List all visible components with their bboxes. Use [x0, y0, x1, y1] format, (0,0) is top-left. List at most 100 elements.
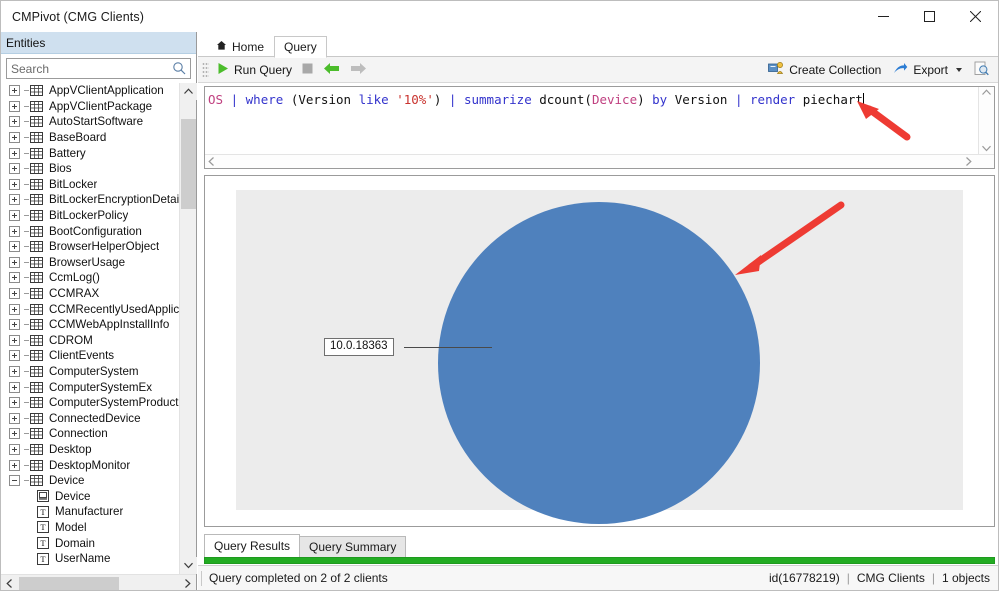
- create-collection-button[interactable]: Create Collection: [763, 59, 886, 81]
- expand-icon[interactable]: [9, 256, 20, 268]
- expand-icon[interactable]: [9, 272, 20, 284]
- expand-icon[interactable]: [9, 397, 20, 409]
- expand-icon[interactable]: [9, 241, 20, 253]
- tree-item-computersystemex[interactable]: ComputerSystemEx: [1, 379, 179, 395]
- editor-vertical-scrollbar[interactable]: [978, 87, 994, 154]
- expand-icon[interactable]: [9, 303, 20, 315]
- tree-item-bios[interactable]: Bios: [1, 161, 179, 177]
- tree-item-battery[interactable]: Battery: [1, 145, 179, 161]
- expand-icon[interactable]: [9, 85, 20, 97]
- tree-attribute-model[interactable]: T Model: [1, 520, 179, 536]
- search-icon[interactable]: [172, 61, 187, 76]
- tree-attribute-device[interactable]: Device: [1, 488, 179, 504]
- tree-connector: [24, 121, 29, 123]
- scroll-up-icon[interactable]: [180, 83, 197, 100]
- maximize-button[interactable]: [906, 1, 952, 32]
- expand-icon[interactable]: [9, 288, 20, 300]
- expand-icon[interactable]: [9, 116, 20, 128]
- expand-icon[interactable]: [9, 100, 20, 112]
- collapse-icon[interactable]: [9, 475, 20, 487]
- expand-icon[interactable]: [9, 194, 20, 206]
- expand-icon[interactable]: [9, 132, 20, 144]
- expand-icon[interactable]: [9, 365, 20, 377]
- scroll-left-icon[interactable]: [1, 575, 18, 591]
- editor-horizontal-scrollbar[interactable]: [205, 154, 994, 168]
- tree-item-computersystemproduct[interactable]: ComputerSystemProduct: [1, 395, 179, 411]
- query-editor[interactable]: OS | where (Version like '10%') | summar…: [204, 86, 995, 169]
- scroll-down-icon[interactable]: [180, 557, 197, 574]
- search-results-button[interactable]: [969, 59, 994, 81]
- editor-scroll-up-icon[interactable]: [982, 89, 991, 96]
- search-input[interactable]: [7, 59, 190, 78]
- tree-item-baseboard[interactable]: BaseBoard: [1, 130, 179, 146]
- tree-item-connecteddevice[interactable]: ConnectedDevice: [1, 410, 179, 426]
- expand-icon[interactable]: [9, 428, 20, 440]
- sidebar-horizontal-scrollbar[interactable]: [1, 574, 196, 591]
- close-button[interactable]: [952, 1, 998, 32]
- tree-item-browserhelperobject[interactable]: BrowserHelperObject: [1, 239, 179, 255]
- editor-scroll-right-icon[interactable]: [965, 157, 972, 166]
- expand-icon[interactable]: [9, 334, 20, 346]
- expand-icon[interactable]: [9, 443, 20, 455]
- pie-chart[interactable]: 10.0.18363: [236, 190, 963, 524]
- tree-item-ccmrecentlyusedapplicat[interactable]: CCMRecentlyUsedApplicat: [1, 301, 179, 317]
- tree-item-label: ComputerSystemEx: [49, 380, 153, 394]
- tree-item-device[interactable]: Device: [1, 473, 179, 489]
- stop-button[interactable]: [297, 59, 318, 81]
- sidebar-scroll-thumb[interactable]: [181, 119, 196, 209]
- tree-attribute-domain[interactable]: T Domain: [1, 535, 179, 551]
- tree-item-appvclientapplication[interactable]: AppVClientApplication: [1, 83, 179, 99]
- query-text[interactable]: OS | where (Version like '10%') | summar…: [208, 91, 976, 108]
- tree-attribute-username[interactable]: T UserName: [1, 551, 179, 567]
- expand-icon[interactable]: [9, 178, 20, 190]
- tab-query[interactable]: Query: [274, 36, 327, 58]
- scroll-right-icon[interactable]: [179, 575, 196, 591]
- tree-item-bitlockerpolicy[interactable]: BitLockerPolicy: [1, 208, 179, 224]
- expand-icon[interactable]: [9, 412, 20, 424]
- tree-item-desktop[interactable]: Desktop: [1, 442, 179, 458]
- expand-icon[interactable]: [9, 210, 20, 222]
- tree-item-bitlockerencryptiondetails[interactable]: BitLockerEncryptionDetails: [1, 192, 179, 208]
- tree-item-ccmrax[interactable]: CCMRAX: [1, 286, 179, 302]
- tree-item-cdrom[interactable]: CDROM: [1, 333, 179, 349]
- expand-icon[interactable]: [9, 319, 20, 331]
- tree-item-clientevents[interactable]: ClientEvents: [1, 348, 179, 364]
- tree-item-bootconfiguration[interactable]: BootConfiguration: [1, 223, 179, 239]
- table-icon: [30, 350, 43, 362]
- expand-icon[interactable]: [9, 225, 20, 237]
- tab-query-summary-label: Query Summary: [309, 540, 397, 554]
- tab-query-results[interactable]: Query Results: [204, 534, 301, 557]
- tree-connector: [24, 402, 29, 404]
- editor-scroll-left-icon[interactable]: [208, 157, 215, 166]
- tree-item-connection[interactable]: Connection: [1, 426, 179, 442]
- entities-tree[interactable]: AppVClientApplication AppVClientPackage Au…: [1, 83, 196, 574]
- export-button[interactable]: Export: [888, 59, 967, 81]
- tree-attribute-manufacturer[interactable]: T Manufacturer: [1, 504, 179, 520]
- tree-item-appvclientpackage[interactable]: AppVClientPackage: [1, 99, 179, 115]
- toolbar-grip[interactable]: [202, 61, 209, 78]
- tree-item-browserusage[interactable]: BrowserUsage: [1, 255, 179, 271]
- run-query-button[interactable]: Run Query: [212, 59, 297, 81]
- back-button[interactable]: [318, 59, 345, 81]
- expand-icon[interactable]: [9, 459, 20, 471]
- search-box[interactable]: [6, 58, 191, 79]
- forward-button[interactable]: [345, 59, 372, 81]
- tree-item-desktopmonitor[interactable]: DesktopMonitor: [1, 457, 179, 473]
- minimize-button[interactable]: [860, 1, 906, 32]
- expand-icon[interactable]: [9, 350, 20, 362]
- sidebar-vertical-scrollbar[interactable]: [179, 83, 197, 574]
- chevron-down-icon[interactable]: [956, 67, 962, 72]
- expand-icon[interactable]: [9, 163, 20, 175]
- tree-item-ccmwebappinstallinfo[interactable]: CCMWebAppInstallInfo: [1, 317, 179, 333]
- editor-scroll-down-icon[interactable]: [982, 145, 991, 152]
- tab-query-summary[interactable]: Query Summary: [299, 536, 407, 557]
- tree-item-ccmlog[interactable]: CcmLog(): [1, 270, 179, 286]
- tab-home[interactable]: Home: [206, 36, 274, 58]
- sidebar-hscroll-thumb[interactable]: [19, 577, 119, 590]
- pie-slice-0[interactable]: [438, 202, 760, 524]
- tree-item-autostartsoftware[interactable]: AutoStartSoftware: [1, 114, 179, 130]
- tree-item-computersystem[interactable]: ComputerSystem: [1, 364, 179, 380]
- tree-item-bitlocker[interactable]: BitLocker: [1, 177, 179, 193]
- expand-icon[interactable]: [9, 381, 20, 393]
- expand-icon[interactable]: [9, 147, 20, 159]
